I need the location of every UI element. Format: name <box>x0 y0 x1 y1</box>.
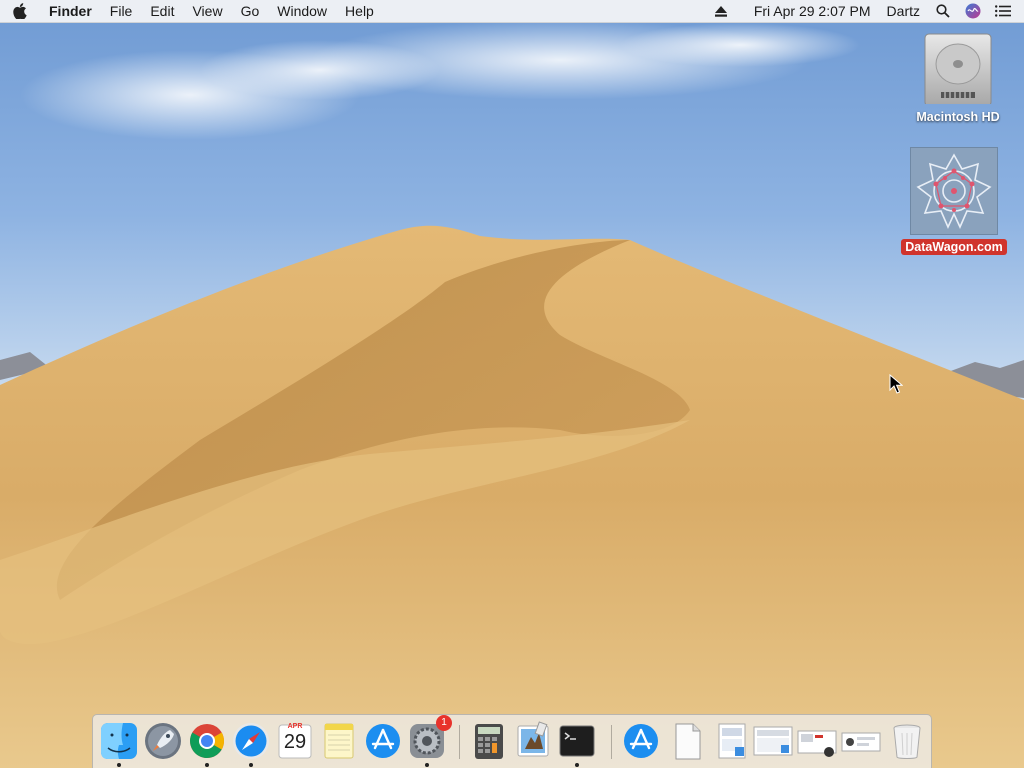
dock-app-finder[interactable] <box>99 721 139 767</box>
app-store-icon <box>366 724 400 758</box>
menu-clock[interactable]: Fri Apr 29 2:07 PM <box>746 0 879 22</box>
menu-edit[interactable]: Edit <box>141 0 183 22</box>
running-indicator <box>205 763 209 767</box>
menu-app-name[interactable]: Finder <box>40 0 101 22</box>
finder-icon <box>101 723 137 759</box>
terminal-icon <box>559 725 595 757</box>
eject-icon <box>714 5 727 17</box>
hard-drive-icon <box>924 33 992 104</box>
calculator-icon <box>475 724 503 759</box>
launchpad-icon <box>145 723 181 759</box>
desktop-item-macintosh-hd[interactable]: Macintosh HD <box>905 30 1011 124</box>
siri-button[interactable] <box>962 0 984 22</box>
dock-screenshot-2[interactable] <box>753 721 793 761</box>
screenshot-icon <box>753 726 793 756</box>
trash-icon <box>893 724 921 759</box>
datawagon-image-icon <box>910 147 998 235</box>
apple-icon <box>13 3 27 19</box>
document-icon <box>675 723 701 760</box>
siri-icon <box>965 3 981 19</box>
dock-separator <box>611 725 612 759</box>
dock-app-preview[interactable] <box>513 721 553 761</box>
menu-window[interactable]: Window <box>268 0 336 22</box>
desktop-item-datawagon[interactable]: DataWagon.com <box>898 147 1010 255</box>
dock-app-terminal[interactable] <box>557 721 597 767</box>
desktop[interactable]: Finder File Edit View Go Window Help Fri… <box>0 0 1024 768</box>
spotlight-button[interactable] <box>932 0 954 22</box>
calendar-month: APR <box>287 723 303 730</box>
dock-document[interactable] <box>667 721 707 761</box>
desktop-item-label: Macintosh HD <box>916 110 1000 124</box>
dock-app-calculator[interactable] <box>469 721 509 761</box>
dock-app-system-preferences[interactable]: 1 <box>407 715 452 767</box>
notification-center-icon <box>995 5 1011 17</box>
eject-menu[interactable] <box>710 0 732 22</box>
running-indicator <box>575 763 579 767</box>
menu-go[interactable]: Go <box>232 0 269 22</box>
spotlight-search-icon <box>936 4 950 18</box>
calendar-day: 29 <box>283 731 307 753</box>
menu-bar: Finder File Edit View Go Window Help Fri… <box>0 0 1024 23</box>
running-indicator <box>249 763 253 767</box>
dock-separator <box>459 725 460 759</box>
screenshot-icon <box>841 732 881 752</box>
running-indicator <box>117 763 121 767</box>
dock-folder-applications[interactable] <box>621 721 661 761</box>
dock-app-notes[interactable] <box>319 721 359 761</box>
menu-file[interactable]: File <box>101 0 142 22</box>
menu-user[interactable]: Dartz <box>879 0 928 22</box>
desktop-item-label: DataWagon.com <box>901 239 1007 255</box>
dock-screenshot-4[interactable] <box>841 721 881 761</box>
menu-help[interactable]: Help <box>336 0 383 22</box>
apple-menu[interactable] <box>0 0 40 22</box>
dock-app-chrome[interactable] <box>187 721 227 767</box>
dock-screenshot-3[interactable] <box>797 721 837 761</box>
dock-app-calendar[interactable]: APR 29 <box>275 721 315 761</box>
dock-app-safari[interactable] <box>231 721 271 767</box>
notification-badge: 1 <box>436 715 452 731</box>
notification-center-button[interactable] <box>992 0 1014 22</box>
screenshot-icon <box>718 723 746 759</box>
screenshot-icon <box>797 730 837 757</box>
chrome-icon <box>190 724 224 758</box>
menu-view[interactable]: View <box>183 0 231 22</box>
running-indicator <box>425 763 429 767</box>
applications-folder-icon <box>624 724 658 758</box>
mouse-cursor-icon <box>889 374 903 394</box>
preview-icon <box>517 721 549 757</box>
dock-screenshot-1[interactable] <box>713 721 753 761</box>
notes-icon <box>324 723 354 759</box>
dock-trash[interactable] <box>887 721 927 761</box>
dock-app-app-store[interactable] <box>363 721 403 761</box>
dock: APR 29 1 <box>92 714 932 768</box>
desktop-wallpaper <box>0 20 1024 768</box>
dock-app-launchpad[interactable] <box>143 721 183 761</box>
safari-icon <box>233 723 269 759</box>
